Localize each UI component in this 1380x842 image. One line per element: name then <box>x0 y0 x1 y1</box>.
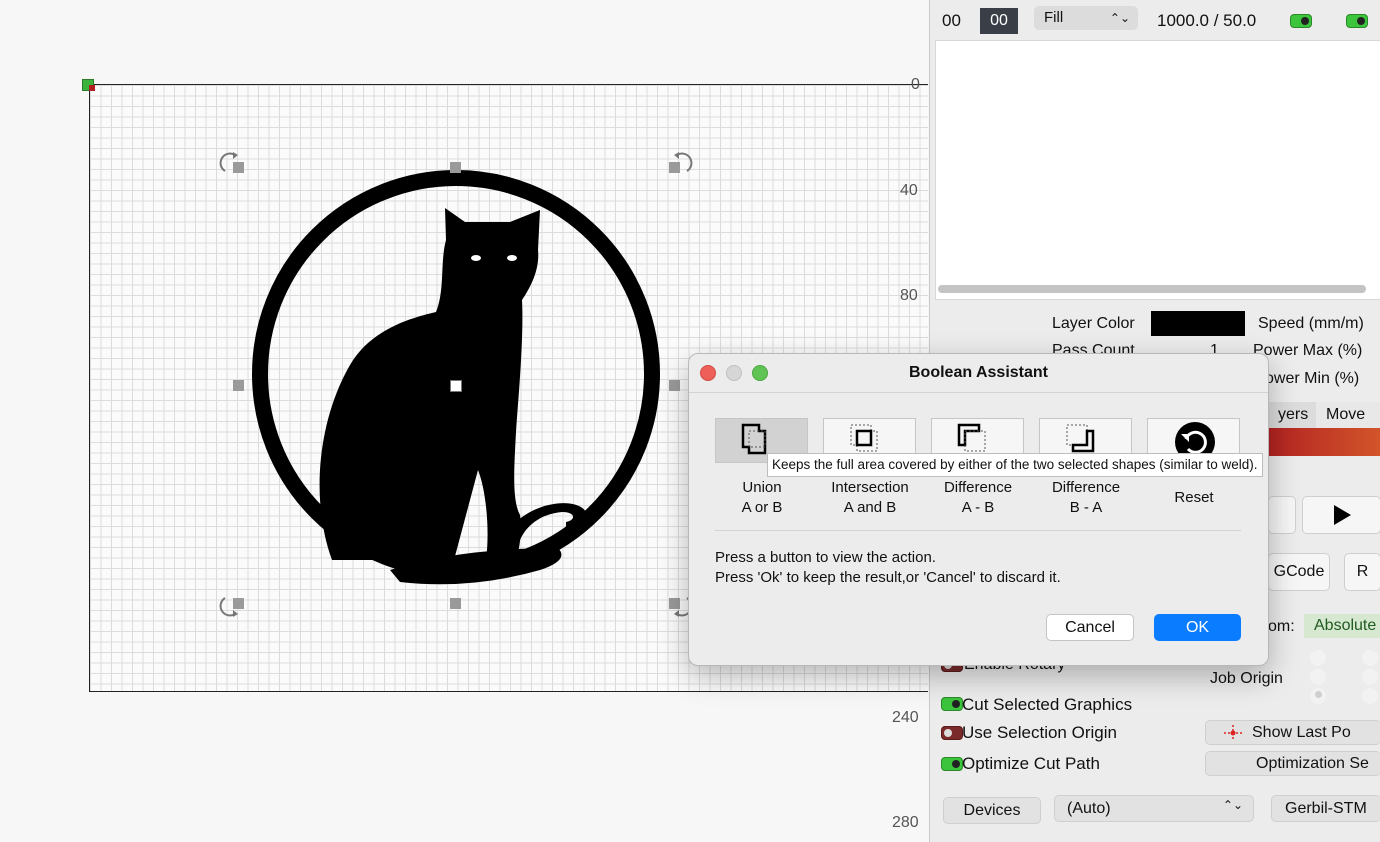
difference-b-a-label: Difference B - A <box>1032 478 1140 518</box>
selection-center-handle[interactable] <box>450 380 462 392</box>
difference-b-a-label-line2: B - A <box>1069 499 1103 516</box>
difference-a-b-label-line2: A - B <box>961 499 995 516</box>
selection-handle-left[interactable] <box>233 380 244 391</box>
ruler-label-0: 0 <box>911 76 920 93</box>
dialog-title: Boolean Assistant <box>909 364 1048 381</box>
boolean-assistant-dialog: Boolean Assistant Union A or B Intersect… <box>688 353 1269 666</box>
dialog-titlebar[interactable]: Boolean Assistant <box>689 354 1268 393</box>
run-gcode-button[interactable]: R <box>1344 553 1380 591</box>
optimization-settings-button[interactable]: Optimization Se <box>1205 751 1380 776</box>
selection-handle-right[interactable] <box>669 380 680 391</box>
horizontal-scrollbar[interactable] <box>938 285 1366 293</box>
layer-color-swatch[interactable] <box>1151 311 1245 336</box>
power-max-label: Power Max (%) <box>1253 342 1363 359</box>
ruler-label-40: 40 <box>900 182 918 199</box>
use-selection-origin-label: Use Selection Origin <box>962 723 1117 742</box>
device-select-value: (Auto) <box>1067 799 1111 817</box>
layer-number: 00 <box>942 11 961 30</box>
show-last-position-label: Show Last Po <box>1252 723 1351 741</box>
job-origin-label: Job Origin <box>1210 670 1283 687</box>
job-origin-dot[interactable] <box>1362 669 1378 685</box>
ruler-label-240: 240 <box>892 709 919 726</box>
tab-layers[interactable]: yers <box>1268 402 1316 428</box>
dialog-message-line1: Press a button to view the action. <box>715 549 936 566</box>
selection-handle-bottom[interactable] <box>450 598 461 609</box>
start-button[interactable] <box>1302 496 1380 534</box>
cut-selected-toggle[interactable] <box>941 697 963 711</box>
frame-button[interactable] <box>1268 496 1296 534</box>
job-origin-dot[interactable] <box>1310 669 1326 685</box>
union-label-line2: A or B <box>741 499 783 516</box>
mode-select-value: Fill <box>1044 9 1064 26</box>
union-label-line1: Union <box>742 479 782 496</box>
job-origin-selected-dot <box>1315 691 1322 698</box>
intersection-label-line2: A and B <box>843 499 897 516</box>
power-min-label: ower Min (%) <box>1265 370 1360 387</box>
intersection-label: Intersection A and B <box>816 478 924 518</box>
difference-a-b-label: Difference A - B <box>924 478 1032 518</box>
show-last-position-button[interactable]: Show Last Po <box>1205 720 1380 745</box>
show-toggle[interactable] <box>1346 14 1368 28</box>
difference-b-a-label-line1: Difference <box>1051 479 1121 496</box>
rotate-handle-top-right-icon[interactable] <box>667 151 693 177</box>
job-origin-dot[interactable] <box>1310 650 1326 666</box>
play-icon <box>1333 505 1351 525</box>
optimize-cut-path-toggle[interactable] <box>941 757 963 771</box>
output-toggle[interactable] <box>1290 14 1312 28</box>
mode-select[interactable]: Fill ⌃⌄ <box>1034 6 1138 30</box>
union-tooltip: Keeps the full area covered by either of… <box>767 453 1263 477</box>
layer-color-label: Layer Color <box>1052 315 1135 332</box>
speed-label: Speed (mm/m) <box>1258 315 1364 332</box>
ruler-label-280: 280 <box>892 814 919 831</box>
layer-list[interactable] <box>935 40 1380 300</box>
union-label: Union A or B <box>708 478 816 518</box>
reset-label: Reset <box>1174 489 1214 506</box>
start-from-select[interactable]: Absolute <box>1304 614 1380 638</box>
layer-header-row: 00 00 Fill ⌃⌄ 1000.0 / 50.0 <box>930 0 1380 40</box>
use-selection-origin-toggle[interactable] <box>941 726 963 740</box>
difference-a-b-label-line1: Difference <box>943 479 1013 496</box>
chevron-updown-icon: ⌃⌄ <box>1222 798 1243 812</box>
cut-selected-label: Cut Selected Graphics <box>962 695 1133 714</box>
rotate-handle-top-left-icon[interactable] <box>219 151 245 177</box>
optimize-cut-path-label: Optimize Cut Path <box>962 754 1100 773</box>
devices-button[interactable]: Devices <box>943 797 1041 824</box>
controller-select[interactable]: Gerbil-STM <box>1271 795 1380 822</box>
dialog-message-line2: Press 'Ok' to keep the result,or 'Cancel… <box>715 569 1061 586</box>
layer-number-box[interactable]: 00 <box>980 8 1018 34</box>
cancel-button[interactable]: Cancel <box>1046 614 1134 641</box>
speed-power-value: 1000.0 / 50.0 <box>1157 11 1257 30</box>
selection-handle-top[interactable] <box>450 162 461 173</box>
origin-corner-marker <box>89 85 95 91</box>
ok-button[interactable]: OK <box>1154 614 1241 641</box>
ruler-label-80: 80 <box>900 287 918 304</box>
job-origin-dot[interactable] <box>1362 688 1378 704</box>
dialog-divider <box>715 530 1241 531</box>
device-select[interactable]: (Auto) ⌃⌄ <box>1054 795 1254 822</box>
job-origin-dot[interactable] <box>1362 650 1378 666</box>
rotate-handle-bottom-left-icon[interactable] <box>219 592 245 618</box>
start-from-label: om: <box>1268 618 1295 635</box>
crosshair-icon <box>1224 725 1242 741</box>
save-gcode-button[interactable]: GCode <box>1268 553 1330 591</box>
power-indicator-bar <box>1267 428 1380 456</box>
tab-move[interactable]: Move <box>1316 402 1380 428</box>
intersection-label-line1: Intersection <box>831 479 909 496</box>
chevron-updown-icon: ⌃⌄ <box>1109 11 1130 25</box>
